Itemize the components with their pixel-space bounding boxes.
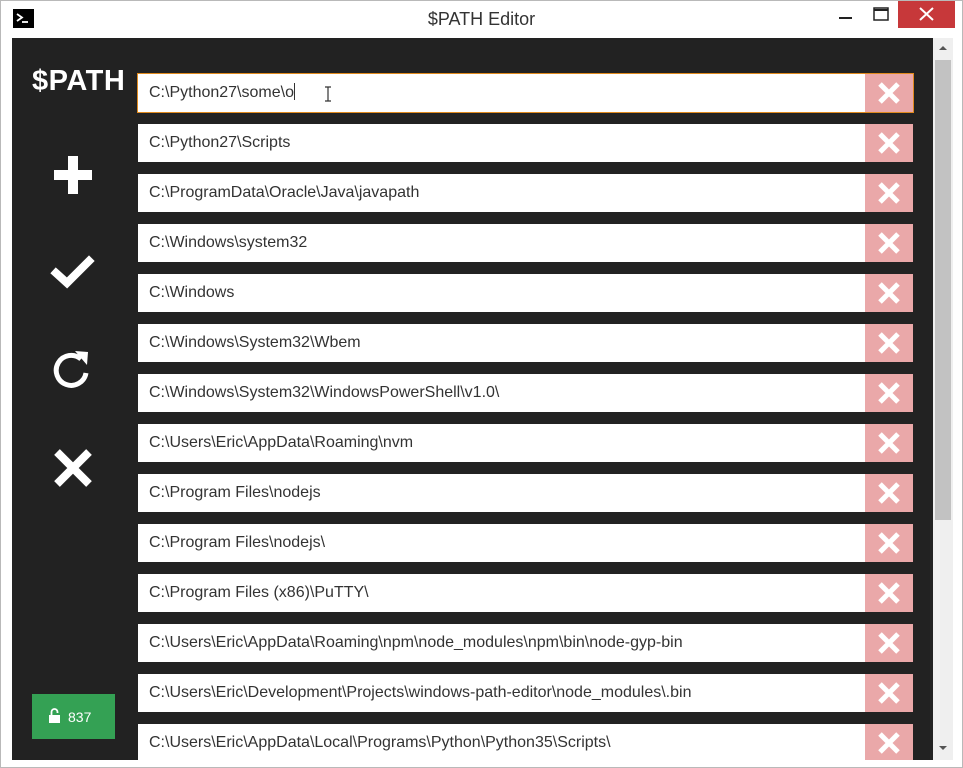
path-text: C:\Python27\some\o <box>149 84 294 101</box>
x-icon <box>878 182 900 204</box>
path-text: C:\Users\Eric\AppData\Local\Programs\Pyt… <box>149 734 611 751</box>
delete-path-button[interactable] <box>865 174 913 212</box>
close-button[interactable] <box>898 1 955 28</box>
path-text: C:\Users\Eric\Development\Projects\windo… <box>149 684 692 701</box>
x-icon <box>878 532 900 554</box>
delete-path-button[interactable] <box>865 574 913 612</box>
path-input[interactable]: C:\Users\Eric\AppData\Local\Programs\Pyt… <box>138 724 865 760</box>
window-title: $PATH Editor <box>427 9 536 29</box>
path-input[interactable]: C:\Program Files\nodejs <box>138 474 865 512</box>
path-input[interactable]: C:\Users\Eric\AppData\Roaming\npm\node_m… <box>138 624 865 662</box>
path-text: C:\Program Files\nodejs\ <box>149 534 326 551</box>
path-input[interactable]: C:\Windows\system32 <box>138 224 865 262</box>
path-row: C:\Windows\System32\WindowsPowerShell\v1… <box>138 374 913 412</box>
editor-panel: $PATH 837 C:\Python27\some\o C:\Python27… <box>12 38 933 760</box>
delete-path-button[interactable] <box>865 624 913 662</box>
vertical-scrollbar[interactable] <box>933 38 953 760</box>
path-text: C:\Users\Eric\AppData\Roaming\nvm <box>149 434 414 451</box>
x-icon <box>878 382 900 404</box>
path-input[interactable]: C:\Program Files (x86)\PuTTY\ <box>138 574 865 612</box>
delete-path-button[interactable] <box>865 274 913 312</box>
path-length-count: 837 <box>68 709 92 725</box>
path-row: C:\Program Files\nodejs\ <box>138 524 913 562</box>
x-icon <box>878 232 900 254</box>
path-text: C:\Program Files (x86)\PuTTY\ <box>149 584 369 601</box>
scroll-up-arrow[interactable] <box>933 38 953 58</box>
delete-path-button[interactable] <box>865 224 913 262</box>
path-input[interactable]: C:\Windows\System32\WindowsPowerShell\v1… <box>138 374 865 412</box>
path-input[interactable]: C:\Windows <box>138 274 865 312</box>
sidebar: $PATH 837 <box>12 38 134 760</box>
path-row: C:\Python27\Scripts <box>138 124 913 162</box>
path-text: C:\Windows <box>149 284 235 301</box>
cancel-button[interactable] <box>50 445 96 491</box>
x-icon <box>878 732 900 754</box>
path-text: C:\ProgramData\Oracle\Java\javapath <box>149 184 420 201</box>
delete-path-button[interactable] <box>865 424 913 462</box>
delete-path-button[interactable] <box>865 74 913 112</box>
path-text: C:\Windows\System32\Wbem <box>149 334 361 351</box>
delete-path-button[interactable] <box>865 374 913 412</box>
path-text: C:\Program Files\nodejs <box>149 484 321 501</box>
add-path-button[interactable] <box>50 152 96 198</box>
path-row: C:\Windows\System32\Wbem <box>138 324 913 362</box>
path-row: C:\Program Files\nodejs <box>138 474 913 512</box>
title-bar[interactable]: $PATH Editor <box>1 1 962 38</box>
x-icon <box>878 82 900 104</box>
ibeam-cursor-icon <box>325 86 331 102</box>
text-caret <box>293 83 295 100</box>
app-window: $PATH Editor $PATH 837 C:\Python27\some\… <box>0 0 963 768</box>
minimize-button[interactable] <box>831 1 859 28</box>
delete-path-button[interactable] <box>865 324 913 362</box>
scroll-down-arrow[interactable] <box>933 738 953 758</box>
plus-icon <box>54 156 92 194</box>
check-icon <box>50 255 95 289</box>
save-button[interactable] <box>50 250 96 296</box>
delete-path-button[interactable] <box>865 524 913 562</box>
path-input[interactable]: C:\Python27\some\o <box>138 74 865 112</box>
x-icon <box>878 682 900 704</box>
x-icon <box>878 432 900 454</box>
path-row: C:\Users\Eric\Development\Projects\windo… <box>138 674 913 712</box>
path-row: C:\Windows\system32 <box>138 224 913 262</box>
path-row: C:\Users\Eric\AppData\Roaming\npm\node_m… <box>138 624 913 662</box>
x-icon <box>878 582 900 604</box>
path-row: C:\Windows <box>138 274 913 312</box>
reload-icon <box>53 351 89 388</box>
x-icon <box>878 482 900 504</box>
path-length-badge[interactable]: 837 <box>32 694 115 739</box>
path-text: C:\Users\Eric\AppData\Roaming\npm\node_m… <box>149 634 683 651</box>
path-row: C:\Program Files (x86)\PuTTY\ <box>138 574 913 612</box>
path-row: C:\Users\Eric\AppData\Roaming\nvm <box>138 424 913 462</box>
path-input[interactable]: C:\Windows\System32\Wbem <box>138 324 865 362</box>
path-text: C:\Python27\Scripts <box>149 134 291 151</box>
path-text: C:\Windows\system32 <box>149 234 308 251</box>
path-row: C:\ProgramData\Oracle\Java\javapath <box>138 174 913 212</box>
path-row: C:\Python27\some\o <box>137 73 914 113</box>
path-input[interactable]: C:\Users\Eric\AppData\Roaming\nvm <box>138 424 865 462</box>
scroll-thumb[interactable] <box>935 60 951 520</box>
path-row: C:\Users\Eric\AppData\Local\Programs\Pyt… <box>138 724 913 760</box>
app-logo: $PATH <box>32 65 126 97</box>
path-text: C:\Windows\System32\WindowsPowerShell\v1… <box>149 384 500 401</box>
path-input[interactable]: C:\Users\Eric\Development\Projects\windo… <box>138 674 865 712</box>
x-icon <box>878 632 900 654</box>
x-icon <box>878 332 900 354</box>
delete-path-button[interactable] <box>865 674 913 712</box>
maximize-button[interactable] <box>867 1 895 28</box>
delete-path-button[interactable] <box>865 724 913 760</box>
x-icon <box>878 282 900 304</box>
path-input[interactable]: C:\ProgramData\Oracle\Java\javapath <box>138 174 865 212</box>
x-icon <box>878 132 900 154</box>
path-input[interactable]: C:\Program Files\nodejs\ <box>138 524 865 562</box>
delete-path-button[interactable] <box>865 124 913 162</box>
x-icon <box>54 449 92 487</box>
reload-button[interactable] <box>50 347 96 393</box>
path-input[interactable]: C:\Python27\Scripts <box>138 124 865 162</box>
unlocked-icon <box>48 708 61 728</box>
delete-path-button[interactable] <box>865 474 913 512</box>
